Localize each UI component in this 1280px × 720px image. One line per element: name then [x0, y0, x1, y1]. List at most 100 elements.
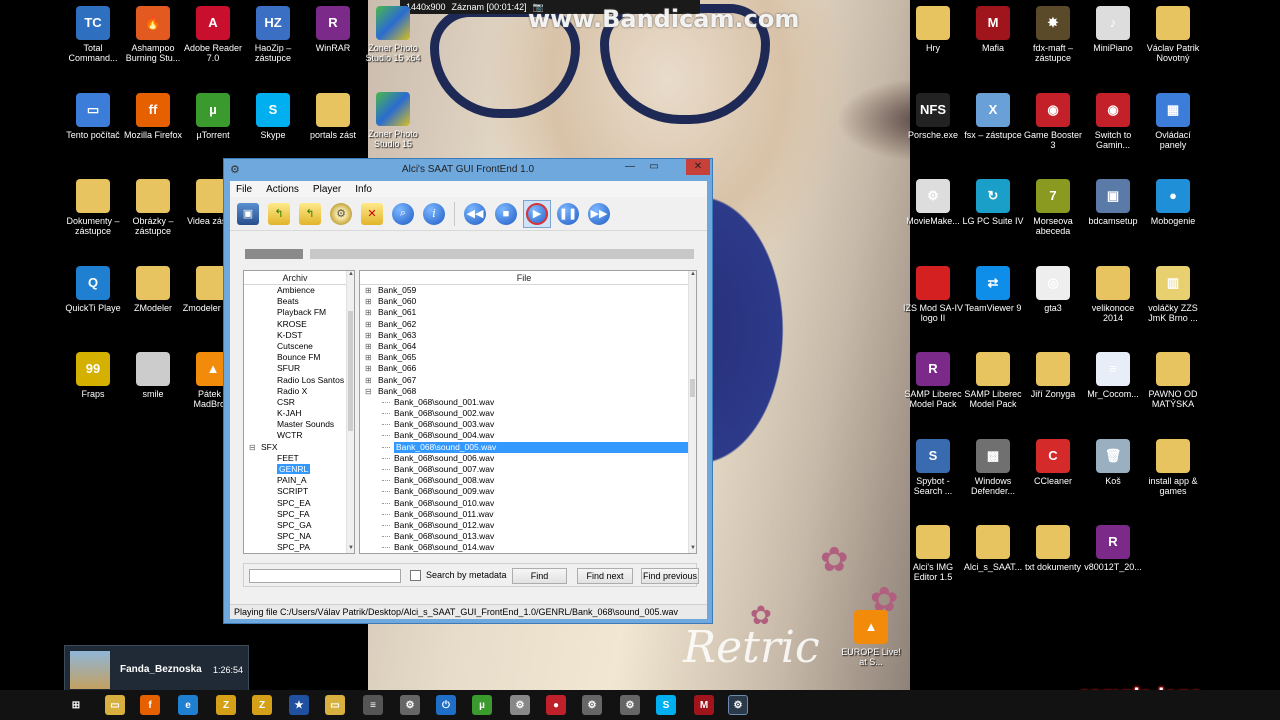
archive-tree-item[interactable]: KROSE	[244, 319, 354, 330]
desktop-icon[interactable]: Alci_s_SAAT...	[962, 525, 1024, 572]
desktop-icon[interactable]: R WinRAR	[302, 6, 364, 53]
sound-file-item[interactable]: Bank_068\sound_008.wav	[360, 475, 696, 486]
scroll-thumb[interactable]	[690, 379, 695, 397]
desktop-icon[interactable]: S Spybot - Search ...	[902, 438, 964, 496]
archive-tree-item[interactable]: K-JAH	[244, 408, 354, 419]
archive-tree-item[interactable]: Master Sounds	[244, 419, 354, 430]
remove-button[interactable]: ✕	[358, 200, 386, 228]
archive-tree-item[interactable]: SPC_FA	[244, 509, 354, 520]
desktop-icon[interactable]: ff Mozilla Firefox	[122, 92, 184, 140]
bank-folder-item[interactable]: Bank_060	[360, 296, 696, 307]
find-next-button[interactable]: Find next	[577, 568, 633, 584]
sound-file-item[interactable]: Bank_068\sound_009.wav	[360, 486, 696, 497]
archive-tree-item[interactable]: PAIN_A	[244, 475, 354, 486]
desktop-icon[interactable]: ZModeler	[122, 265, 184, 313]
settings-button[interactable]: ⚙	[327, 200, 355, 228]
desktop-icon[interactable]: M Mafia	[962, 6, 1024, 53]
minimize-button[interactable]: —	[618, 159, 642, 175]
desktop-icon[interactable]: TC Total Command...	[62, 6, 124, 63]
desktop-icon[interactable]: ≡ Mr_Cocom...	[1082, 352, 1144, 399]
rewind-button[interactable]: ◀◀	[461, 200, 489, 228]
desktop-icon[interactable]: PAWNO OD MATÝSKA	[1142, 352, 1204, 409]
scroll-down-icon[interactable]: ▼	[689, 545, 696, 553]
music-notification[interactable]: Fanda_Beznoska 1:26:54	[64, 645, 249, 695]
archive-tree-item[interactable]: Ambience	[244, 285, 354, 296]
archive-tree-item[interactable]: FEET	[244, 453, 354, 464]
volume-bar[interactable]	[245, 249, 303, 259]
desktop-icon[interactable]: ◉ Game Booster 3	[1022, 92, 1084, 150]
desktop-icon[interactable]: txt dokumenty	[1022, 525, 1084, 572]
desktop-icon[interactable]: portals zást	[302, 92, 364, 140]
sound-file-item[interactable]: Bank_068\sound_012.wav	[360, 520, 696, 531]
bank-folder-item[interactable]: Bank_064	[360, 341, 696, 352]
desktop-icon[interactable]: 🔥 Ashampoo Burning Stu...	[122, 6, 184, 63]
file-explorer-icon[interactable]: ▭	[105, 695, 125, 715]
desktop-icon[interactable]: smile	[122, 352, 184, 399]
info-button[interactable]: i	[420, 200, 448, 228]
desktop-icon[interactable]: ◉ Switch to Gamin...	[1082, 92, 1144, 150]
desktop-icon[interactable]: ◎ gta3	[1022, 265, 1084, 313]
folder-icon[interactable]: ▭	[325, 695, 345, 715]
search-by-metadata-checkbox[interactable]	[410, 570, 421, 581]
desktop-icon[interactable]: ▦ Ovládací panely	[1142, 92, 1204, 150]
archive-tree-item[interactable]: SFUR	[244, 363, 354, 374]
file-column-header[interactable]: File	[360, 271, 688, 285]
stop-button[interactable]: ■	[492, 200, 520, 228]
archive-tree-item[interactable]: SPC_EA	[244, 498, 354, 509]
desktop-icon[interactable]: Rv80012T_20...	[1082, 525, 1144, 572]
zmodeler-icon[interactable]: Z	[252, 695, 272, 715]
desktop-icon[interactable]: IZS Mod SA-IV logo II	[902, 265, 964, 323]
archive-tree-item[interactable]: Radio Los Santos	[244, 375, 354, 386]
desktop-icon[interactable]: C CCleaner	[1022, 438, 1084, 486]
play-button[interactable]: ▶	[523, 199, 551, 228]
bank-folder-item[interactable]: Bank_066	[360, 363, 696, 374]
desktop-icon-europe-live[interactable]: ▲ EUROPE Live! at S...	[840, 610, 902, 667]
desktop-icon[interactable]: ✸ fdx-maft – zástupce	[1022, 6, 1084, 63]
desktop-icon-zoner-x64[interactable]: Zoner Photo Studio 15 x64	[362, 6, 424, 63]
sound-file-item[interactable]: Bank_068\sound_011.wav	[360, 509, 696, 520]
find-previous-button[interactable]: Find previous	[641, 568, 699, 584]
desktop-icon[interactable]: Alci's IMG Editor 1.5	[902, 525, 964, 582]
start-button[interactable]: ⊞	[66, 695, 86, 715]
sound-file-item[interactable]: Bank_068\sound_014.wav	[360, 542, 696, 553]
desktop-icon[interactable]: Hry	[902, 6, 964, 53]
gear-icon[interactable]: ⚙	[400, 695, 420, 715]
archive-tree-item[interactable]: SCRIPT	[244, 486, 354, 497]
bank-folder-item[interactable]: Bank_068	[360, 386, 696, 397]
bank-folder-item[interactable]: Bank_059	[360, 285, 696, 296]
sound-file-item[interactable]: Bank_068\sound_002.wav	[360, 408, 696, 419]
desktop-icon[interactable]: velikonoce 2014	[1082, 265, 1144, 323]
desktop-icon[interactable]: ▣ bdcamsetup	[1082, 179, 1144, 226]
desktop-icon[interactable]: ♪ MiniPiano	[1082, 6, 1144, 53]
desktop-icon[interactable]: 7 Morseova abeceda	[1022, 179, 1084, 236]
archive-tree-item[interactable]: GENRL	[244, 464, 354, 475]
desktop-icon[interactable]: A Adobe Reader 7.0	[182, 6, 244, 63]
desktop-icon[interactable]: ▩ Windows Defender...	[962, 438, 1024, 496]
internet-explorer-icon[interactable]: e	[178, 695, 198, 715]
desktop-icon[interactable]: Dokumenty – zástupce	[62, 179, 124, 236]
archive-tree-item[interactable]: SFX	[244, 442, 354, 453]
sound-file-item[interactable]: Bank_068\sound_007.wav	[360, 464, 696, 475]
archive-tree-item[interactable]: SPC_GA	[244, 520, 354, 531]
bank-folder-item[interactable]: Bank_061	[360, 307, 696, 318]
desktop-icon[interactable]: R SAMP Liberec Model Pack	[902, 352, 964, 409]
desktop-icon[interactable]: ● Mobogenie	[1142, 179, 1204, 226]
desktop-icon[interactable]: 99 Fraps	[62, 352, 124, 399]
close-button[interactable]: ✕	[686, 159, 710, 175]
scroll-up-icon[interactable]: ▲	[347, 271, 354, 279]
desktop-icon[interactable]: HZ HaoZip – zástupce	[242, 6, 304, 63]
open-archive-button[interactable]: ↰	[265, 200, 293, 228]
firefox-icon[interactable]: f	[140, 695, 160, 715]
scroll-up-icon[interactable]: ▲	[689, 271, 696, 279]
archive-tree-item[interactable]: WCTR	[244, 430, 354, 441]
mafia-icon[interactable]: M	[694, 695, 714, 715]
menu-file[interactable]: File	[236, 184, 252, 195]
desktop-icon[interactable]: Jiří Zonyga	[1022, 352, 1084, 399]
settings-icon[interactable]: ⚙	[510, 695, 530, 715]
desktop-icon[interactable]: SAMP Liberec Model Pack	[962, 352, 1024, 409]
desktop-icon[interactable]: ⚙ MovieMake...	[902, 179, 964, 226]
sound-file-item[interactable]: Bank_068\sound_004.wav	[360, 430, 696, 441]
desktop-icon-zoner[interactable]: Zoner Photo Studio 15	[362, 92, 424, 149]
utorrent-icon[interactable]: µ	[472, 695, 492, 715]
skype-icon[interactable]: S	[656, 695, 676, 715]
